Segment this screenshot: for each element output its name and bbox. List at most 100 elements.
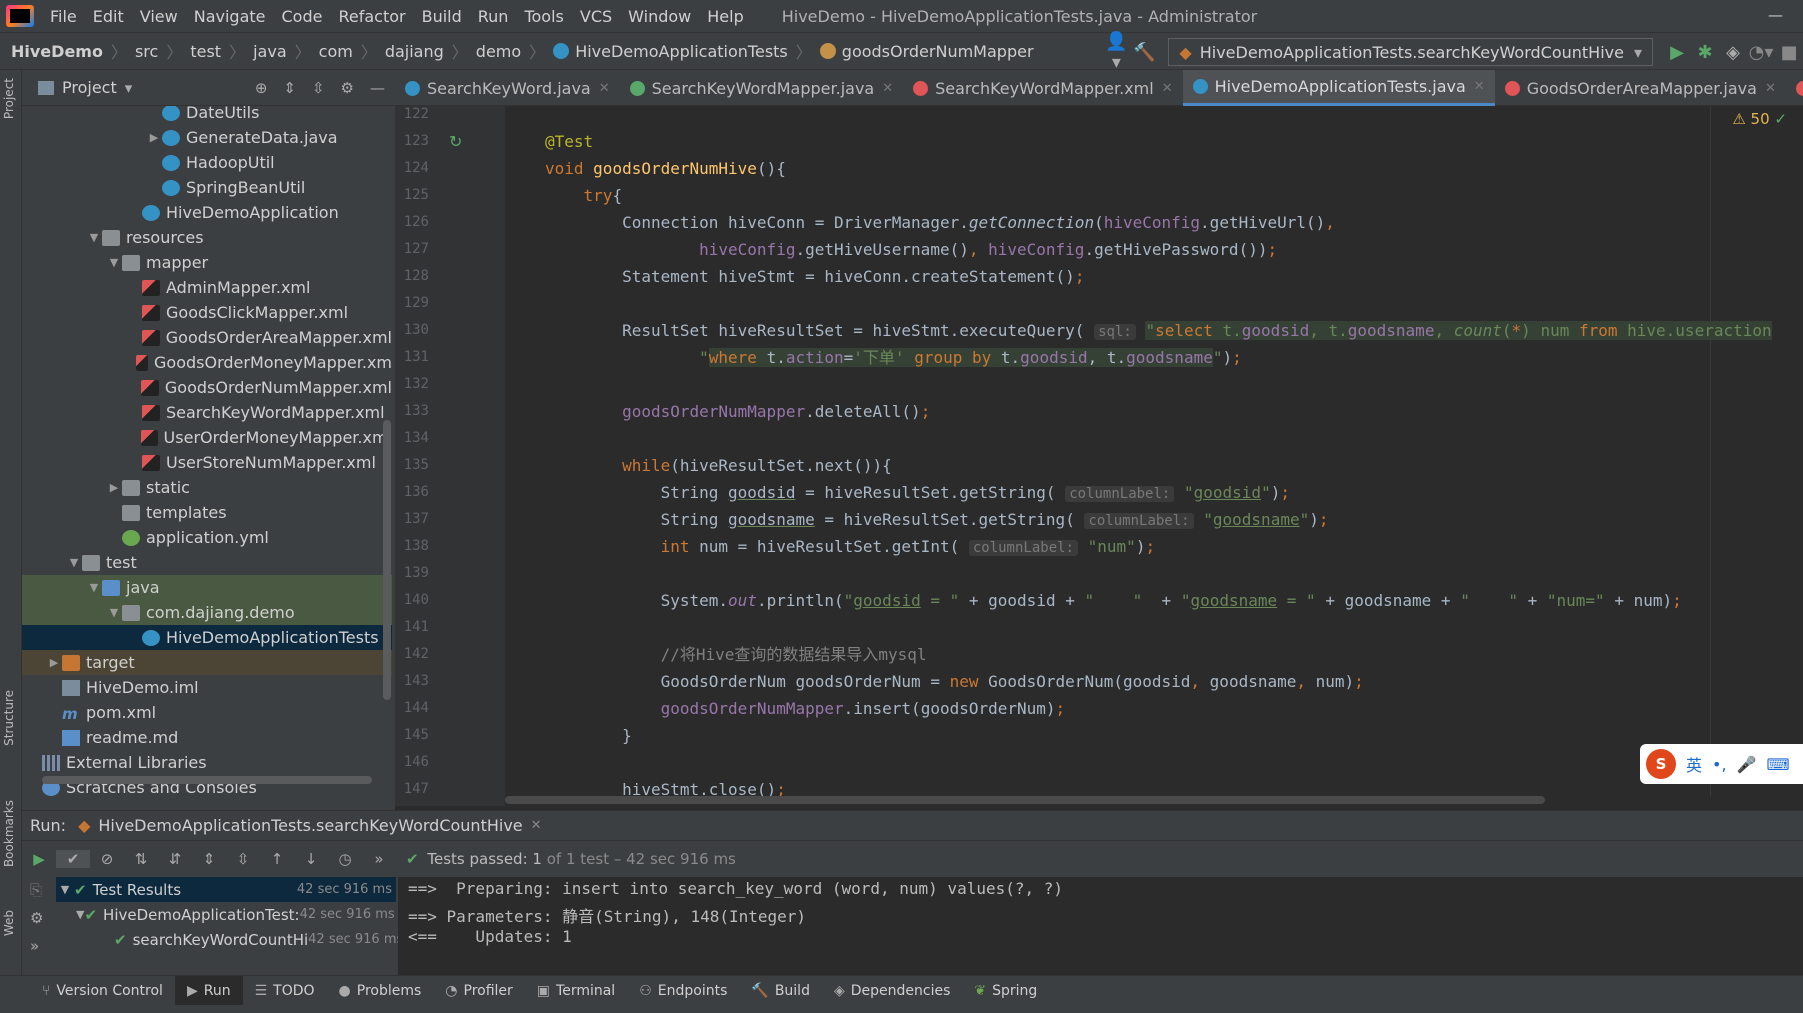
menu-build[interactable]: Build xyxy=(414,7,470,26)
history-icon[interactable]: ◷ xyxy=(328,850,362,868)
menu-view[interactable]: View xyxy=(132,7,186,26)
rerun-icon[interactable]: ▶ xyxy=(22,850,56,868)
chevron-down-icon[interactable]: ▼ xyxy=(86,581,102,594)
ime-mode-label[interactable]: 英 xyxy=(1686,752,1702,776)
project-tree-row[interactable]: GoodsOrderMoneyMapper.xm xyxy=(22,350,392,375)
user-icon[interactable]: 👤▾ xyxy=(1102,31,1130,73)
tool-window-endpoints[interactable]: ⚇ Endpoints xyxy=(627,976,739,1006)
editor-tab[interactable]: SearchKeyWordMapper.xml ✕ xyxy=(903,70,1182,106)
close-icon[interactable]: ✕ xyxy=(1162,81,1173,96)
close-icon[interactable]: ✕ xyxy=(531,818,542,833)
expand-all-icon[interactable]: ⇕ xyxy=(283,79,296,97)
test-row-class[interactable]: ▼ ✔ HiveDemoApplicationTest: 42 sec 916 … xyxy=(56,902,396,927)
stop-icon[interactable]: ■ xyxy=(1775,42,1803,63)
test-row-root[interactable]: ▼ ✔ Test Results 42 sec 916 ms xyxy=(56,877,396,902)
side-tab-web[interactable]: Web xyxy=(2,910,16,936)
project-tree-row[interactable]: ▶ static xyxy=(22,475,392,500)
chevron-down-icon[interactable]: ▾ xyxy=(125,79,133,97)
side-tab-project[interactable]: Project xyxy=(2,78,16,119)
tool-window-todo[interactable]: ☰ TODO xyxy=(243,976,327,1006)
run-console[interactable]: ==> Preparing: insert into search_key_wo… xyxy=(398,877,1803,976)
project-tree-row[interactable]: AdminMapper.xml xyxy=(22,275,392,300)
settings-icon[interactable]: ⚙ xyxy=(30,909,43,927)
breadcrumb-src[interactable]: src xyxy=(129,42,164,61)
project-tree-row[interactable]: HiveDemoApplication xyxy=(22,200,392,225)
breadcrumb-class[interactable]: HiveDemoApplicationTests xyxy=(547,42,794,61)
project-tree-row[interactable]: UserOrderMoneyMapper.xml xyxy=(22,425,392,450)
editor-tab[interactable]: GoodsC xyxy=(1786,70,1803,106)
breadcrumb-dajiang[interactable]: dajiang xyxy=(379,42,450,61)
project-tree-row[interactable]: HiveDemo.iml xyxy=(22,675,392,700)
keyboard-icon[interactable]: ⌨ xyxy=(1766,755,1789,774)
project-tree-row[interactable]: HadoopUtil xyxy=(22,150,392,175)
menu-navigate[interactable]: Navigate xyxy=(186,7,274,26)
side-tab-structure[interactable]: Structure xyxy=(2,690,16,746)
run-test-gutter-icon[interactable]: ↻ xyxy=(449,132,462,151)
sort-alpha-icon[interactable]: ⇅ xyxy=(124,850,158,868)
project-tree-row[interactable]: ▶ target xyxy=(22,650,392,675)
close-icon[interactable]: ✕ xyxy=(1765,81,1776,96)
tool-window-dependencies[interactable]: ◈ Dependencies xyxy=(822,976,962,1006)
tool-window-run[interactable]: ▶ Run xyxy=(174,975,243,1006)
project-tree-row[interactable]: ▼ java xyxy=(22,575,392,600)
minimize-icon[interactable]: — xyxy=(1768,6,1783,24)
project-tree-row[interactable]: ▼ com.dajiang.demo xyxy=(22,600,392,625)
project-tree-row[interactable]: ▼ mapper xyxy=(22,250,392,275)
project-tree-row[interactable]: templates xyxy=(22,500,392,525)
breadcrumb-field[interactable]: goodsOrderNumMapper xyxy=(814,42,1040,61)
collapse-all-icon[interactable]: ⇳ xyxy=(226,850,260,868)
breadcrumb-com[interactable]: com xyxy=(313,42,359,61)
menu-window[interactable]: Window xyxy=(620,7,699,26)
hide-icon[interactable]: — xyxy=(370,79,385,97)
project-hscrollbar[interactable] xyxy=(42,776,372,784)
breadcrumb-java[interactable]: java xyxy=(247,42,293,61)
close-icon[interactable]: ✕ xyxy=(882,81,893,96)
project-tree-row[interactable]: GoodsOrderNumMapper.xml xyxy=(22,375,392,400)
locate-icon[interactable]: ⊕ xyxy=(255,79,268,97)
project-tree-row[interactable]: application.yml xyxy=(22,525,392,550)
prev-failed-icon[interactable]: ↑ xyxy=(260,850,294,868)
project-tree-row[interactable]: ▼ resources xyxy=(22,225,392,250)
side-tab-bookmarks[interactable]: Bookmarks xyxy=(2,800,16,867)
menu-edit[interactable]: Edit xyxy=(85,7,132,26)
project-tree-row[interactable]: SpringBeanUtil xyxy=(22,175,392,200)
tool-window-profiler[interactable]: ◔ Profiler xyxy=(433,976,525,1006)
project-tree-row[interactable]: readme.md xyxy=(22,725,392,750)
chevron-right-icon[interactable]: ▶ xyxy=(46,656,62,669)
menu-help[interactable]: Help xyxy=(699,7,751,26)
project-tree-row[interactable]: HiveDemoApplicationTests xyxy=(22,625,392,650)
menu-run[interactable]: Run xyxy=(470,7,517,26)
project-tree-row[interactable]: SearchKeyWordMapper.xml xyxy=(22,400,392,425)
project-tree-row[interactable]: GoodsOrderAreaMapper.xml xyxy=(22,325,392,350)
run-tab[interactable]: ◆ HiveDemoApplicationTests.searchKeyWord… xyxy=(78,816,541,835)
close-icon[interactable]: ✕ xyxy=(1474,79,1485,94)
menu-tools[interactable]: Tools xyxy=(516,7,571,26)
ime-toolbar[interactable]: S 英 •, 🎤 ⌨ xyxy=(1640,744,1803,784)
show-ignored-icon[interactable]: ⊘ xyxy=(90,850,124,868)
menu-vcs[interactable]: VCS xyxy=(572,7,620,26)
run-icon[interactable]: ▶ xyxy=(1663,42,1691,63)
menu-code[interactable]: Code xyxy=(274,7,331,26)
test-row-method[interactable]: ✔ searchKeyWordCountHi 42 sec 916 ms xyxy=(56,927,403,952)
build-hammer-icon[interactable]: 🔨 xyxy=(1130,42,1158,63)
run-config-selector[interactable]: ◆ HiveDemoApplicationTests.searchKeyWord… xyxy=(1168,38,1653,66)
breadcrumb-project[interactable]: HiveDemo xyxy=(0,42,109,61)
microphone-icon[interactable]: 🎤 xyxy=(1737,755,1757,774)
editor-tab[interactable]: GoodsOrderAreaMapper.java ✕ xyxy=(1495,70,1786,106)
chevron-right-icon[interactable]: ▶ xyxy=(106,481,122,494)
punctuation-icon[interactable]: •, xyxy=(1712,755,1727,774)
pin-icon[interactable]: ⎘ xyxy=(30,881,42,899)
project-tree-row[interactable]: m pom.xml xyxy=(22,700,392,725)
project-tree-row[interactable]: GoodsClickMapper.xml xyxy=(22,300,392,325)
project-panel-title[interactable]: Project xyxy=(62,78,117,97)
chevron-down-icon[interactable]: ▼ xyxy=(106,256,122,269)
chevron-right-icon[interactable]: ▶ xyxy=(146,131,162,144)
next-failed-icon[interactable]: ↓ xyxy=(294,850,328,868)
project-tree-row[interactable]: DateUtils xyxy=(22,106,392,125)
tool-window-version-control[interactable]: ⑂ Version Control xyxy=(30,976,175,1006)
profile-icon[interactable]: ◔▾ xyxy=(1747,42,1775,63)
warning-indicator[interactable]: ⚠ 50 ✓ xyxy=(1732,110,1787,128)
code-editor[interactable]: ⚠ 50 ✓ @Test void goodsOrderNumHive(){ t… xyxy=(505,106,1803,806)
more-icon[interactable]: » xyxy=(30,937,39,955)
project-tree-row[interactable]: ▶ GenerateData.java xyxy=(22,125,392,150)
